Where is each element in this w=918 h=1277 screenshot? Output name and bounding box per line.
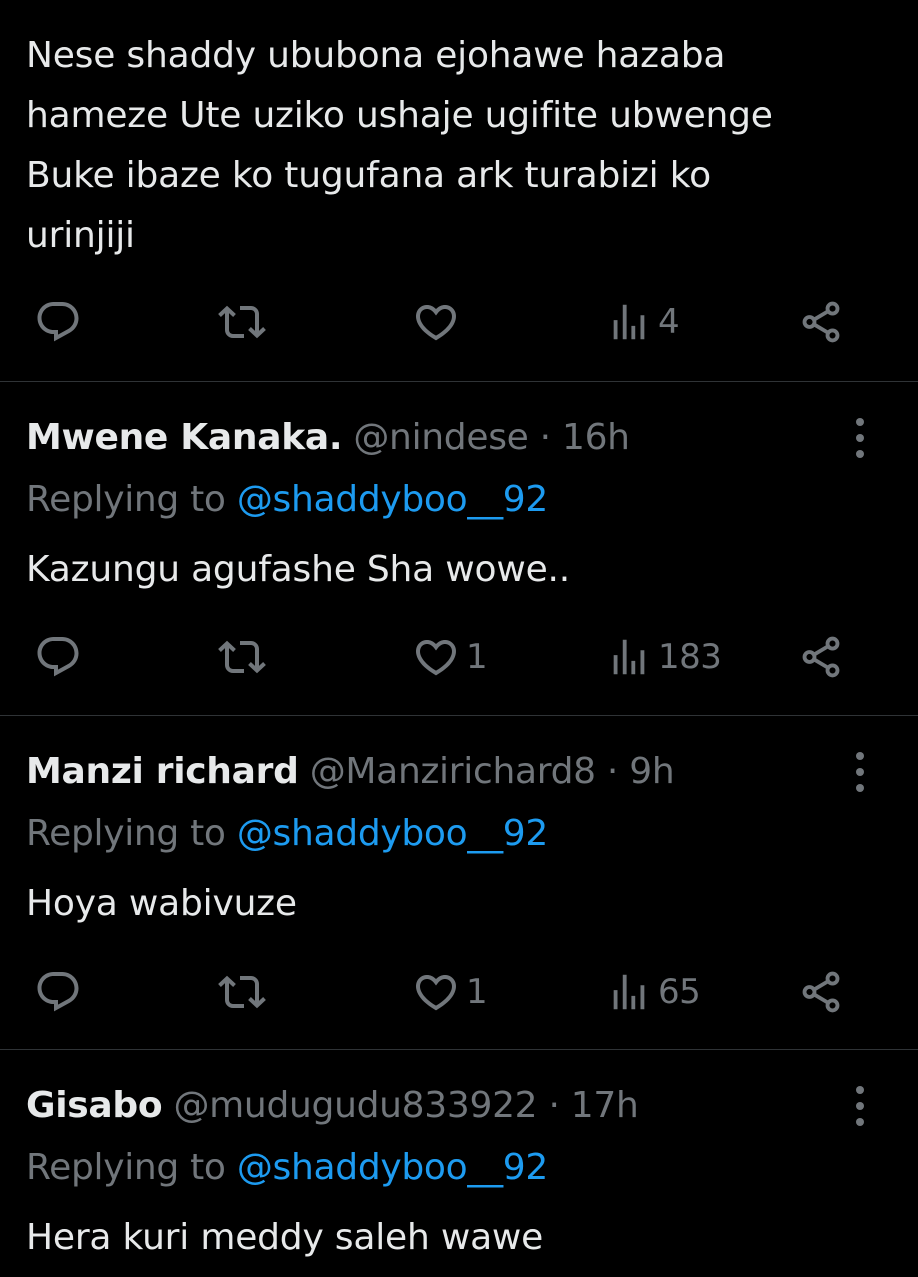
share-icon [798,299,844,345]
tweet-actions: 1 183 [0,632,918,682]
tweet[interactable]: Nese shaddy ububona ejohawe hazaba hamez… [0,0,918,382]
tweet-text: Hoya wabivuze [26,883,297,924]
tweet[interactable]: Gisabo @mudugudu833922 · 17h Replying to… [0,1050,918,1277]
replying-to-label: Replying to [26,813,226,854]
tweet-actions: 1 65 [0,967,918,1017]
replying-to: Replying to @shaddyboo__92 [26,1146,548,1190]
tweet-text: Hera kuri meddy saleh wawe [26,1217,544,1258]
replying-to-mention[interactable]: @shaddyboo__92 [237,1147,548,1188]
more-icon[interactable] [854,1086,866,1126]
separator-dot: · [548,1085,560,1126]
retweet-button[interactable] [218,632,266,682]
replying-to-label: Replying to [26,479,226,520]
views-icon [606,299,652,345]
reply-icon [34,298,82,346]
share-icon [798,969,844,1015]
views-count: 65 [658,972,701,1012]
views-button[interactable]: 183 [606,632,722,682]
share-icon [798,634,844,680]
author-handle[interactable]: @nindese [353,417,528,458]
tweet-header: Manzi richard @Manzirichard8 · 9h [26,750,675,794]
retweet-icon [218,633,266,681]
views-button[interactable]: 4 [606,297,680,347]
author-handle[interactable]: @mudugudu833922 [173,1085,537,1126]
tweet-header: Mwene Kanaka. @nindese · 16h [26,416,630,460]
tweet-actions: 4 [0,297,918,347]
author-name[interactable]: Manzi richard [26,751,299,792]
reply-icon [34,633,82,681]
heart-icon [412,298,460,346]
replying-to-label: Replying to [26,1147,226,1188]
author-name[interactable]: Mwene Kanaka. [26,417,343,458]
share-button[interactable] [798,297,844,347]
views-button[interactable]: 65 [606,967,701,1017]
author-name[interactable]: Gisabo [26,1085,163,1126]
heart-icon [412,968,460,1016]
views-icon [606,969,652,1015]
author-handle[interactable]: @Manzirichard8 [310,751,596,792]
more-icon[interactable] [854,418,866,458]
tweet-time[interactable]: 16h [562,417,630,458]
like-button[interactable]: 1 [412,632,488,682]
tweet-text-line: urinjiji [26,215,135,256]
tweet-text: Kazungu agufashe Sha wowe.. [26,549,571,590]
share-button[interactable] [798,967,844,1017]
like-button[interactable] [412,297,466,347]
like-count: 1 [466,972,488,1012]
like-button[interactable]: 1 [412,967,488,1017]
tweet[interactable]: Mwene Kanaka. @nindese · 16h Replying to… [0,382,918,716]
like-count: 1 [466,637,488,677]
more-icon[interactable] [854,752,866,792]
retweet-button[interactable] [218,297,266,347]
views-icon [606,634,652,680]
retweet-icon [218,298,266,346]
separator-dot: · [539,417,551,458]
retweet-button[interactable] [218,967,266,1017]
share-button[interactable] [798,632,844,682]
replying-to: Replying to @shaddyboo__92 [26,478,548,522]
tweet-time[interactable]: 9h [629,751,674,792]
tweet-text: Nese shaddy ububona ejohawe hazaba hamez… [26,26,773,266]
replying-to-mention[interactable]: @shaddyboo__92 [237,813,548,854]
reply-button[interactable] [34,967,82,1017]
tweet-header: Gisabo @mudugudu833922 · 17h [26,1084,639,1128]
views-count: 183 [658,637,722,677]
tweet-text-line: Buke ibaze ko tugufana ark turabizi ko [26,155,711,196]
reply-button[interactable] [34,297,82,347]
retweet-icon [218,968,266,1016]
heart-icon [412,633,460,681]
tweet[interactable]: Manzi richard @Manzirichard8 · 9h Replyi… [0,716,918,1050]
tweet-text-line: Nese shaddy ububona ejohawe hazaba [26,35,726,76]
replying-to: Replying to @shaddyboo__92 [26,812,548,856]
reply-button[interactable] [34,632,82,682]
replying-to-mention[interactable]: @shaddyboo__92 [237,479,548,520]
reply-icon [34,968,82,1016]
views-count: 4 [658,302,680,342]
separator-dot: · [606,751,619,792]
tweet-text-line: hameze Ute uziko ushaje ugifite ubwenge [26,95,773,136]
tweet-time[interactable]: 17h [571,1085,639,1126]
